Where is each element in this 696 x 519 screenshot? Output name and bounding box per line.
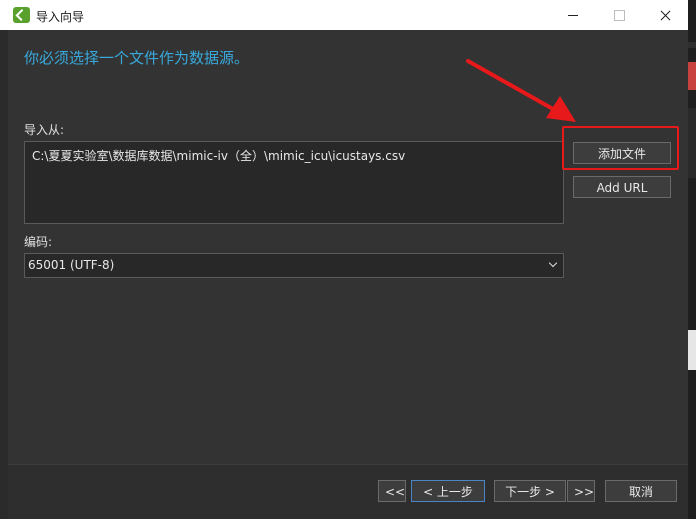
encoding-select[interactable]: 65001 (UTF-8) — [24, 253, 564, 278]
title-bar: 导入向导 — [0, 0, 688, 30]
bg-block — [688, 330, 696, 370]
file-path-item[interactable]: C:\夏夏实验室\数据库数据\mimic-iv（全）\mimic_icu\icu… — [32, 147, 405, 164]
import-wizard-dialog: 你必须选择一个文件作为数据源。 导入从: C:\夏夏实验室\数据库数据\mimi… — [8, 30, 688, 519]
last-page-button[interactable]: >> — [567, 480, 595, 502]
file-list-box[interactable]: C:\夏夏实验室\数据库数据\mimic-iv（全）\mimic_icu\icu… — [24, 141, 564, 224]
wizard-footer: << < 上一步 下一步 > >> 取消 — [8, 465, 688, 519]
bg-block — [688, 108, 696, 178]
page-heading: 你必须选择一个文件作为数据源。 — [24, 49, 250, 67]
import-from-label: 导入从: — [24, 123, 65, 137]
next-button[interactable]: 下一步 > — [494, 480, 566, 502]
add-url-button[interactable]: Add URL — [573, 176, 671, 198]
first-page-button[interactable]: << — [378, 480, 406, 502]
encoding-label: 编码: — [24, 235, 53, 249]
window-title: 导入向导 — [36, 10, 85, 24]
close-icon[interactable] — [642, 0, 688, 30]
bg-block — [688, 62, 696, 90]
bg-block — [688, 42, 696, 48]
minimize-icon[interactable] — [550, 0, 596, 30]
annotation-highlight-box — [562, 126, 679, 170]
encoding-value: 65001 (UTF-8) — [28, 258, 115, 272]
previous-button[interactable]: < 上一步 — [411, 480, 485, 502]
background-window-strip — [688, 0, 696, 519]
app-icon — [13, 7, 30, 23]
maximize-icon[interactable] — [596, 0, 642, 30]
chevron-down-icon — [548, 258, 558, 268]
cancel-button[interactable]: 取消 — [605, 480, 677, 502]
